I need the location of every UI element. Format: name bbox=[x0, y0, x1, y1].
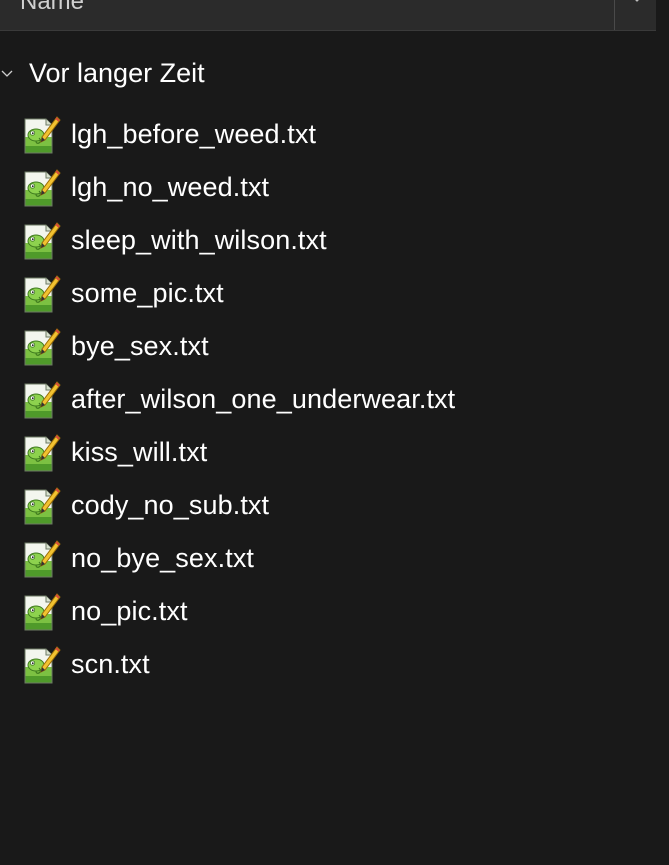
file-row[interactable]: cody_no_sub.txt bbox=[0, 481, 656, 534]
file-row[interactable]: no_pic.txt bbox=[0, 587, 656, 640]
group-header[interactable]: Vor langer Zeit bbox=[0, 56, 656, 92]
file-row[interactable]: bye_sex.txt bbox=[0, 322, 656, 375]
notepad-plus-plus-file-icon bbox=[21, 593, 61, 633]
notepad-plus-plus-file-icon bbox=[21, 328, 61, 368]
file-row[interactable]: after_wilson_one_underwear.txt bbox=[0, 375, 656, 428]
notepad-plus-plus-file-icon bbox=[21, 169, 61, 209]
column-header-name[interactable]: Name bbox=[0, 0, 656, 31]
file-name: kiss_will.txt bbox=[71, 437, 208, 467]
file-name: cody_no_sub.txt bbox=[71, 490, 270, 520]
notepad-plus-plus-file-icon bbox=[21, 646, 61, 686]
file-name: after_wilson_one_underwear.txt bbox=[71, 384, 456, 414]
file-list: lgh_before_weed.txt lgh_no_weed.txt slee… bbox=[0, 110, 656, 693]
chevron-down-icon[interactable] bbox=[0, 67, 14, 81]
chevron-down-icon[interactable] bbox=[631, 0, 643, 6]
notepad-plus-plus-file-icon bbox=[21, 222, 61, 262]
column-divider[interactable] bbox=[614, 0, 615, 30]
notepad-plus-plus-file-icon bbox=[21, 275, 61, 315]
notepad-plus-plus-file-icon bbox=[21, 381, 61, 421]
file-row[interactable]: scn.txt bbox=[0, 640, 656, 693]
file-row[interactable]: some_pic.txt bbox=[0, 269, 656, 322]
file-row[interactable]: no_bye_sex.txt bbox=[0, 534, 656, 587]
file-row[interactable]: kiss_will.txt bbox=[0, 428, 656, 481]
group-label: Vor langer Zeit bbox=[29, 58, 205, 88]
file-name: no_pic.txt bbox=[71, 596, 188, 626]
file-name: bye_sex.txt bbox=[71, 331, 209, 361]
column-header-label: Name bbox=[20, 0, 85, 15]
notepad-plus-plus-file-icon bbox=[21, 487, 61, 527]
file-name: no_bye_sex.txt bbox=[71, 543, 255, 573]
file-name: sleep_with_wilson.txt bbox=[71, 225, 327, 255]
notepad-plus-plus-file-icon bbox=[21, 116, 61, 156]
notepad-plus-plus-file-icon bbox=[21, 540, 61, 580]
file-name: scn.txt bbox=[71, 649, 150, 679]
notepad-plus-plus-file-icon bbox=[21, 434, 61, 474]
file-name: lgh_before_weed.txt bbox=[71, 119, 317, 149]
file-name: some_pic.txt bbox=[71, 278, 224, 308]
file-row[interactable]: lgh_no_weed.txt bbox=[0, 163, 656, 216]
file-row[interactable]: sleep_with_wilson.txt bbox=[0, 216, 656, 269]
file-name: lgh_no_weed.txt bbox=[71, 172, 270, 202]
file-row[interactable]: lgh_before_weed.txt bbox=[0, 110, 656, 163]
